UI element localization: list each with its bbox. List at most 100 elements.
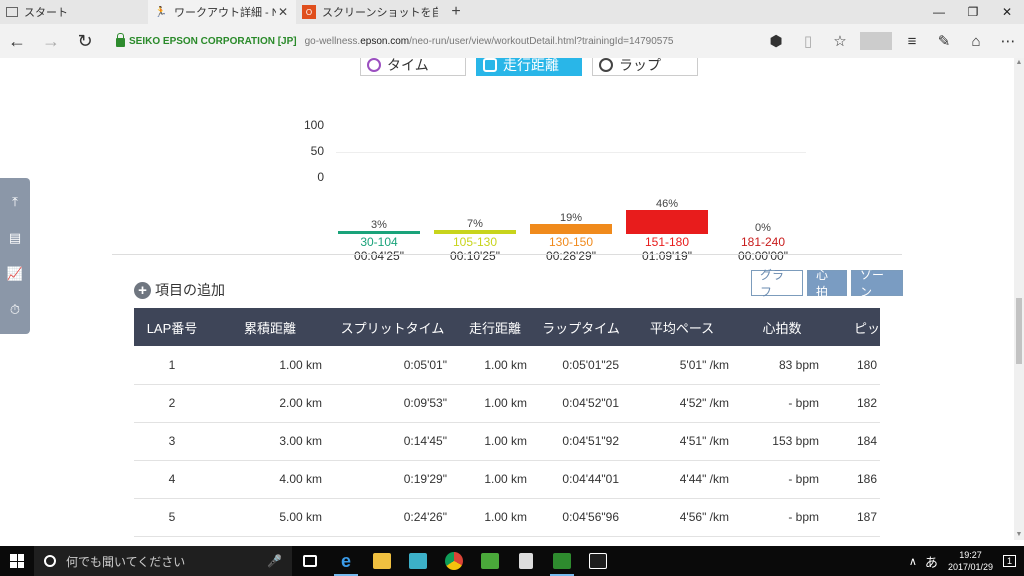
tab-lap[interactable]: ラップ [592, 58, 698, 76]
office-icon: O [302, 5, 316, 19]
table-cell: 0:04'44"01 [535, 460, 627, 499]
close-window-icon[interactable]: ✕ [990, 0, 1024, 24]
graph-icon[interactable]: 📈 [7, 266, 23, 282]
edge-icon[interactable]: e [328, 546, 364, 576]
ime-indicator[interactable]: あ [925, 552, 938, 571]
table-cell: 187 [827, 498, 880, 537]
column-header[interactable]: 心拍数 [737, 308, 827, 346]
column-header[interactable]: 走行距離 [455, 308, 535, 346]
table-row: 2 2.00 km 0:09'53" 1.00 km 0:04'52"01 4'52" /… [134, 384, 880, 423]
scroll-down-arrow[interactable]: ▼ [1014, 530, 1024, 540]
new-tab-button[interactable]: + [444, 0, 468, 24]
zone-label: 105-130 [452, 235, 498, 249]
hub-icon[interactable]: ≡ [896, 33, 928, 50]
store-icon[interactable] [400, 546, 436, 576]
table-cell: 3 [134, 422, 210, 461]
column-header[interactable]: ラップタイム [535, 308, 627, 346]
graph-button[interactable]: グラフ [751, 268, 803, 299]
column-header[interactable]: ピッ [827, 308, 880, 346]
bar[interactable] [434, 230, 516, 234]
table-cell: 0:04'52"01 [535, 384, 627, 423]
bar-group: 46% 151-180 01:09'19" [626, 116, 708, 266]
tab-screenshot[interactable]: O スクリーンショットを自動的に Or [296, 0, 444, 24]
table-cell: - bpm [737, 460, 827, 499]
toolbar-right: ⬢ ▯ ☆ ≡ ✎ ⌂ ⋯ [760, 24, 1024, 58]
heart-rate-button[interactable]: 心拍 [807, 268, 847, 299]
tab-start[interactable]: スタート [0, 0, 148, 24]
scroll-top-icon[interactable]: ⤒ [12, 194, 18, 210]
restore-icon[interactable]: ❐ [956, 0, 990, 24]
evernote-window-icon[interactable] [544, 546, 580, 576]
column-header[interactable]: 累積距離 [210, 308, 330, 346]
bar[interactable] [530, 224, 612, 234]
start-button[interactable] [0, 546, 34, 576]
search-placeholder: 何でも聞いてください [66, 554, 186, 569]
bar[interactable] [626, 210, 708, 234]
tab-distance[interactable]: 走行距離 [476, 58, 582, 76]
show-hidden-icons-icon[interactable]: ∧ [909, 555, 917, 568]
forward-icon[interactable]: → [34, 24, 68, 58]
y-tick-label: 0 [317, 170, 324, 184]
notification-icon[interactable]: 1 [1002, 555, 1016, 567]
table-cell: 1.00 km [455, 384, 535, 423]
tab-label: スタート [24, 7, 68, 19]
zone-time-label: 00:04'25" [354, 249, 404, 263]
document-icon[interactable]: ▤ [9, 230, 21, 246]
table-cell: 0:09'53" [330, 384, 455, 423]
file-explorer-icon[interactable] [364, 546, 400, 576]
url-field[interactable]: SEIKO EPSON CORPORATION [JP] go-wellness… [116, 24, 673, 58]
favorite-star-icon[interactable]: ☆ [824, 32, 856, 50]
add-item-button[interactable]: + 項目の追加 [134, 280, 225, 300]
bar[interactable] [338, 231, 420, 234]
table-cell: 0:04'56"96 [535, 498, 627, 537]
zone-label: 130-150 [548, 235, 594, 249]
reading-view-icon[interactable]: ▯ [792, 32, 824, 50]
toolbar-divider [860, 32, 892, 50]
photos-icon[interactable] [580, 546, 616, 576]
column-header[interactable]: LAP番号 [134, 308, 210, 346]
taskbar: 何でも聞いてください 🎤 e ∧ あ 19:27 2017/01/29 1 [0, 546, 1024, 576]
zone-button[interactable]: ゾーン [851, 268, 903, 299]
table-cell: 4'44" /km [627, 460, 737, 499]
table-cell: 0:05'01" [330, 346, 455, 385]
zone-label: 30-104 [360, 235, 398, 249]
y-tick-label: 100 [303, 118, 324, 132]
certificate-org: SEIKO EPSON CORPORATION [JP] [129, 35, 297, 47]
microphone-icon[interactable]: 🎤 [267, 554, 282, 568]
evernote-icon[interactable] [472, 546, 508, 576]
url-path: /neo-run/user/view/workoutDetail.html?tr… [409, 35, 674, 47]
table-cell: 4'52" /km [627, 384, 737, 423]
web-note-icon[interactable]: ✎ [928, 32, 960, 50]
table-cell: 1.00 km [455, 498, 535, 537]
table-header-row: LAP番号 累積距離 スプリットタイム 走行距離 ラップタイム 平均ペース 心拍数 ピッ [134, 308, 880, 346]
task-view-icon[interactable] [292, 546, 328, 576]
back-icon[interactable]: ← [0, 24, 34, 58]
url-domain: epson.com [360, 35, 410, 47]
table-cell: 4'56" /km [627, 498, 737, 537]
scroll-up-arrow[interactable]: ▲ [1014, 58, 1024, 68]
tab-label: ワークアウト詳細 - NeoRu [174, 7, 276, 19]
clock-date: 2017/01/29 [947, 562, 993, 572]
close-tab-icon[interactable]: ✕ [276, 5, 290, 19]
table-cell: 83 bpm [737, 346, 827, 385]
cortana-search[interactable]: 何でも聞いてください 🎤 [34, 546, 292, 576]
vertical-scrollbar[interactable]: ▲ ▼ [1014, 58, 1024, 540]
minimize-icon[interactable]: — [922, 0, 956, 24]
scrollbar-thumb[interactable] [1016, 298, 1022, 364]
refresh-icon[interactable]: ↻ [68, 24, 102, 58]
stopwatch-icon[interactable]: ⏱ [10, 302, 20, 318]
lock-icon [116, 32, 125, 47]
y-tick-label: 50 [310, 144, 324, 158]
calculator-icon[interactable] [508, 546, 544, 576]
chrome-icon[interactable] [436, 546, 472, 576]
share-icon[interactable]: ⌂ [960, 33, 992, 50]
column-header[interactable]: 平均ペース [627, 308, 737, 346]
tab-time[interactable]: タイム [360, 58, 466, 76]
more-icon[interactable]: ⋯ [992, 32, 1024, 50]
tab-workout-detail[interactable]: 🏃 ワークアウト詳細 - NeoRu ✕ [148, 0, 296, 24]
clock[interactable]: 19:27 2017/01/29 [948, 549, 993, 573]
extension-icon[interactable]: ⬢ [760, 32, 792, 50]
tab-label: スクリーンショットを自動的に Or [322, 7, 438, 19]
heart-rate-zone-chart: 100 50 0 3% 30-104 00:04'25" 7% 105-130 00:10… [300, 116, 820, 266]
column-header[interactable]: スプリットタイム [330, 308, 455, 346]
